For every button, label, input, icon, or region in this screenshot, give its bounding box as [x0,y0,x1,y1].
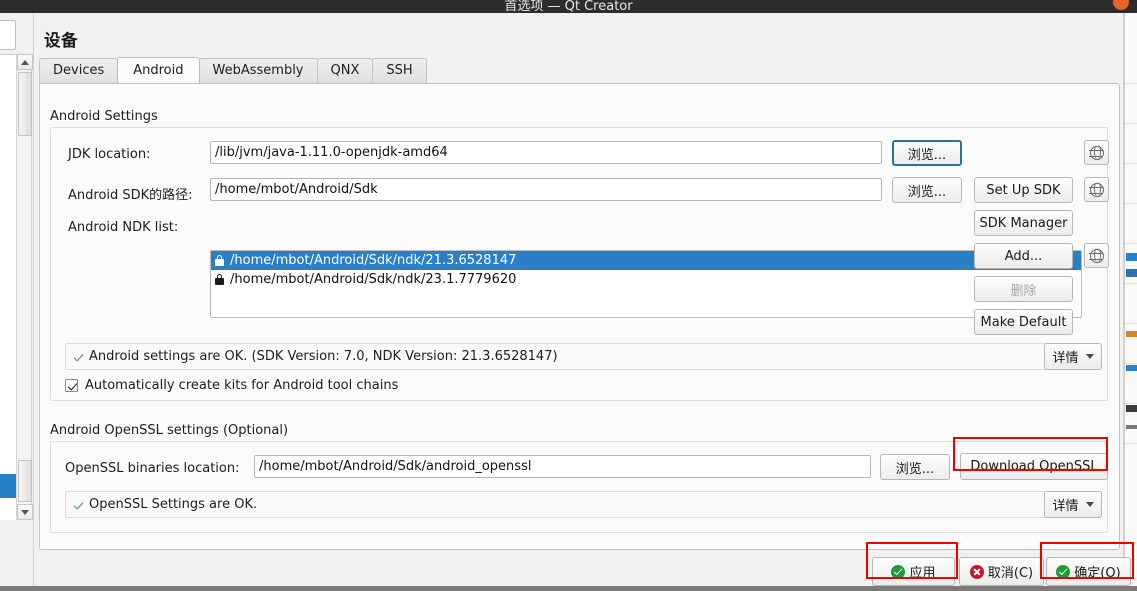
ndk-add-button[interactable]: Add... [974,243,1073,269]
openssl-status-text: OpenSSL Settings are OK. [89,497,257,512]
tab-ssh[interactable]: SSH [372,58,426,83]
scrollbar-thumb-lower[interactable] [18,460,32,502]
sdk-globe-icon-button[interactable] [1084,177,1109,202]
jdk-globe-icon-button[interactable] [1084,140,1109,165]
android-settings-group-title: Android Settings [50,109,158,124]
check-icon [74,499,85,510]
android-status-message: Android settings are OK. (SDK Version: 7… [65,343,1083,370]
android-status-text: Android settings are OK. (SDK Version: 7… [89,349,558,364]
apply-button[interactable]: 应用 [872,557,955,586]
auto-create-kits-checkbox[interactable]: Automatically create kits for Android to… [65,378,398,393]
ndk-path: /home/mbot/Android/Sdk/ndk/21.3.6528147 [230,251,516,270]
scroll-up-icon[interactable] [17,54,33,70]
openssl-group-title: Android OpenSSL settings (Optional) [50,423,288,438]
jdk-location-input[interactable]: /lib/jvm/java-1.11.0-openjdk-amd64 [210,141,882,164]
android-tab-panel: Android Settings JDK location: /lib/jvm/… [39,83,1120,550]
download-openssl-button[interactable]: Download OpenSSL [960,453,1108,480]
openssl-binaries-location-input[interactable]: /home/mbot/Android/Sdk/android_openssl [254,455,871,478]
checkbox-indicator[interactable] [65,379,78,392]
apply-label: 应用 [909,562,935,581]
page-title: 设备 [44,27,78,51]
android-ndk-list-label: Android NDK list: [68,220,178,235]
sdk-browse-button[interactable]: 浏览... [892,177,962,203]
cancel-label: 取消(C) [988,562,1033,581]
ndk-path: /home/mbot/Android/Sdk/ndk/23.1.7779620 [230,270,516,289]
globe-icon [1090,183,1104,197]
sdk-manager-button[interactable]: SDK Manager [974,210,1073,236]
tab-devices[interactable]: Devices [39,58,118,83]
auto-create-kits-label: Automatically create kits for Android to… [85,378,398,393]
ok-button[interactable]: 确定(O) [1046,557,1131,586]
openssl-details-label: 详情 [1052,495,1078,514]
window-titlebar: 首选项 — Qt Creator [0,0,1137,13]
preferences-dialog: 设备 Devices Android WebAssembly QNX SSH A… [33,13,1124,591]
globe-icon [1090,249,1104,263]
android-sdk-path-input[interactable]: /home/mbot/Android/Sdk [210,178,882,201]
check-circle-icon [891,565,905,579]
cancel-button[interactable]: 取消(C) [959,557,1044,586]
close-circle-icon [970,565,984,579]
android-details-label: 详情 [1052,347,1078,366]
list-item[interactable]: /home/mbot/Android/Sdk/ndk/23.1.7779620 [211,270,1081,289]
ndk-make-default-button[interactable]: Make Default [974,309,1073,335]
check-icon [74,351,85,362]
chevron-down-icon [1086,502,1094,507]
background-left-scrollbar[interactable] [16,54,32,520]
background-right-strip [1124,13,1137,591]
screen: 首选项 — Qt Creator 设备 Devices An [0,0,1137,591]
scrollbar-thumb-upper[interactable] [18,72,32,136]
openssl-details-button[interactable]: 详情 [1044,491,1102,518]
bottom-bar [0,586,1137,591]
lock-icon [215,274,224,285]
chevron-down-icon [1086,354,1094,359]
tab-qnx[interactable]: QNX [317,58,374,83]
openssl-browse-button[interactable]: 浏览... [880,454,950,480]
openssl-status-message: OpenSSL Settings are OK. [65,491,1083,518]
background-left-box [0,20,16,50]
lock-icon [215,255,224,266]
scroll-down-icon[interactable] [17,504,33,520]
android-details-button[interactable]: 详情 [1044,343,1102,370]
jdk-location-label: JDK location: [68,147,150,162]
tab-webassembly[interactable]: WebAssembly [199,58,318,83]
set-up-sdk-button[interactable]: Set Up SDK [974,177,1073,203]
ndk-globe-icon-button[interactable] [1084,243,1109,268]
tab-android[interactable]: Android [117,57,199,83]
globe-icon [1090,146,1104,160]
openssl-binaries-location-label: OpenSSL binaries location: [65,461,240,476]
list-item[interactable]: /home/mbot/Android/Sdk/ndk/21.3.6528147 [211,251,1081,270]
tab-bar: Devices Android WebAssembly QNX SSH [39,58,1120,83]
ok-label: 确定(O) [1074,562,1120,581]
jdk-browse-button[interactable]: 浏览... [892,140,962,166]
window-title: 首选项 — Qt Creator [0,0,1137,13]
android-ndk-listbox[interactable]: /home/mbot/Android/Sdk/ndk/21.3.6528147 … [210,250,1082,318]
android-sdk-path-label: Android SDK的路径: [68,184,193,203]
ndk-remove-button: 删除 [974,276,1073,302]
check-circle-icon [1056,565,1070,579]
